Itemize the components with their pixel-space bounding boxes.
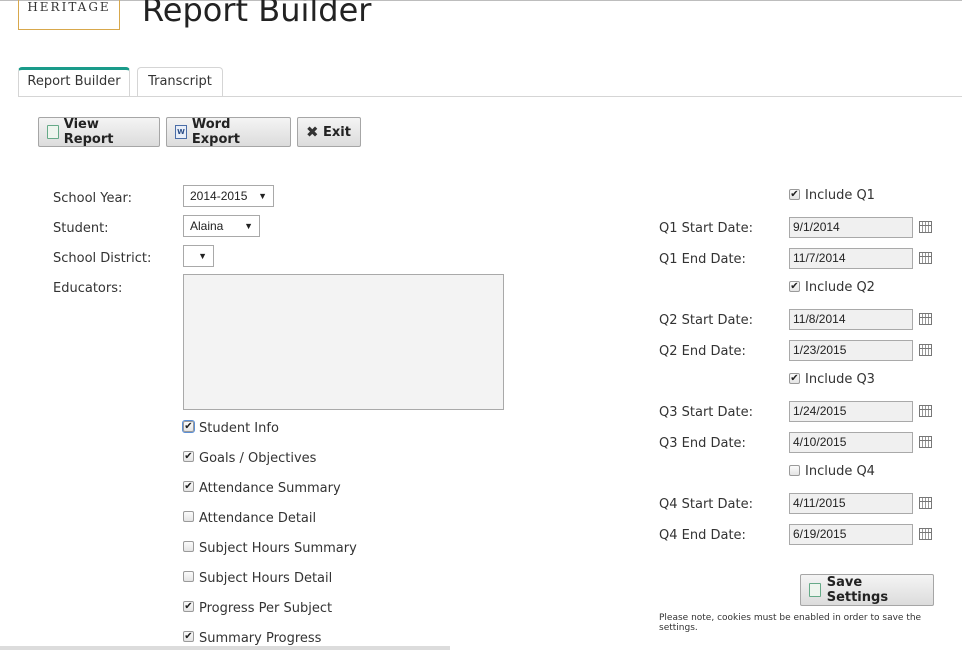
student-label: Student: — [53, 221, 109, 236]
view-report-label: View Report — [63, 117, 114, 147]
include-q4-checkbox[interactable] — [789, 465, 800, 476]
include-q4-label: Include Q4 — [805, 464, 875, 479]
include-q3-label: Include Q3 — [805, 372, 875, 387]
save-settings-button[interactable]: Save Settings — [800, 574, 934, 606]
school-year-select[interactable]: 2014-2015 ▼ — [183, 185, 274, 207]
calendar-icon[interactable] — [919, 221, 932, 233]
calendar-icon[interactable] — [919, 436, 932, 448]
chevron-down-icon: ▼ — [244, 221, 253, 231]
subject-hours-summary-label: Subject Hours Summary — [199, 541, 357, 556]
cookie-note: Please note, cookies must be enabled in … — [659, 613, 922, 633]
word-document-icon: W — [175, 125, 187, 139]
subject-hours-summary-checkbox[interactable] — [183, 541, 194, 552]
summary-progress-label: Summary Progress — [199, 631, 322, 646]
q2-end-date-label: Q2 End Date: — [659, 344, 746, 359]
calendar-icon[interactable] — [919, 344, 932, 356]
notebook-icon — [47, 125, 59, 139]
calendar-icon[interactable] — [919, 497, 932, 509]
chevron-down-icon: ▼ — [198, 251, 207, 261]
calendar-icon[interactable] — [919, 313, 932, 325]
include-q2-checkbox[interactable]: ✔ — [789, 281, 800, 292]
school-district-select[interactable]: ▼ — [183, 245, 214, 267]
close-icon: ✖ — [306, 123, 319, 141]
chevron-down-icon: ▼ — [258, 191, 267, 201]
educators-listbox[interactable] — [183, 274, 504, 410]
word-export-button[interactable]: W Word Export — [166, 117, 291, 147]
subject-hours-detail-checkbox[interactable] — [183, 571, 194, 582]
include-q1-label: Include Q1 — [805, 188, 875, 203]
q1-start-date-label: Q1 Start Date: — [659, 221, 753, 236]
attendance-summary-checkbox[interactable]: ✔ — [183, 481, 194, 492]
page-title: Report Builder — [142, 0, 372, 29]
q3-start-date-label: Q3 Start Date: — [659, 405, 753, 420]
goals-objectives-checkbox[interactable]: ✔ — [183, 451, 194, 462]
attendance-detail-checkbox[interactable] — [183, 511, 194, 522]
include-q3-checkbox[interactable]: ✔ — [789, 373, 800, 384]
tab-transcript[interactable]: Transcript — [137, 67, 223, 96]
school-district-label: School District: — [53, 251, 152, 266]
tab-report-builder[interactable]: Report Builder — [18, 67, 130, 96]
q3-end-date-input[interactable]: 4/10/2015 — [789, 432, 913, 453]
student-info-label: Student Info — [199, 421, 279, 436]
student-info-checkbox[interactable]: ✔ — [182, 420, 195, 433]
summary-progress-checkbox[interactable]: ✔ — [183, 631, 194, 642]
progress-per-subject-label: Progress Per Subject — [199, 601, 333, 616]
word-export-label: Word Export — [191, 117, 241, 147]
progress-per-subject-checkbox[interactable]: ✔ — [183, 601, 194, 612]
heritage-logo: HERITAGE — [18, 0, 120, 30]
horizontal-scrollbar[interactable] — [0, 646, 450, 650]
q3-start-date-input[interactable]: 1/24/2015 — [789, 401, 913, 422]
student-value: Alaina — [190, 219, 224, 233]
q2-end-date-input[interactable]: 1/23/2015 — [789, 340, 913, 361]
q3-end-date-label: Q3 End Date: — [659, 436, 746, 451]
school-year-label: School Year: — [53, 191, 132, 206]
attendance-summary-label: Attendance Summary — [199, 481, 341, 496]
calendar-icon[interactable] — [919, 528, 932, 540]
q2-start-date-label: Q2 Start Date: — [659, 313, 753, 328]
subject-hours-detail-label: Subject Hours Detail — [199, 571, 333, 586]
tab-divider — [18, 96, 962, 97]
school-year-value: 2014-2015 — [190, 189, 248, 203]
exit-button[interactable]: ✖ Exit — [297, 117, 361, 147]
attendance-detail-label: Attendance Detail — [199, 511, 317, 526]
save-notebook-icon — [809, 583, 821, 597]
q4-end-date-label: Q4 End Date: — [659, 528, 746, 543]
student-select[interactable]: Alaina ▼ — [183, 215, 260, 237]
goals-objectives-label: Goals / Objectives — [199, 451, 317, 466]
exit-label: Exit — [323, 124, 351, 140]
save-settings-label: Save Settings — [826, 575, 889, 605]
include-q1-checkbox[interactable]: ✔ — [789, 189, 800, 200]
q1-end-date-input[interactable]: 11/7/2014 — [789, 248, 913, 269]
educators-label: Educators: — [53, 281, 123, 296]
calendar-icon[interactable] — [919, 405, 932, 417]
view-report-button[interactable]: View Report — [38, 117, 160, 147]
calendar-icon[interactable] — [919, 252, 932, 264]
q2-start-date-input[interactable]: 11/8/2014 — [789, 309, 913, 330]
include-q2-label: Include Q2 — [805, 280, 875, 295]
q4-start-date-label: Q4 Start Date: — [659, 497, 753, 512]
q1-start-date-input[interactable]: 9/1/2014 — [789, 217, 913, 238]
q4-start-date-input[interactable]: 4/11/2015 — [789, 493, 913, 514]
q1-end-date-label: Q1 End Date: — [659, 252, 746, 267]
q4-end-date-input[interactable]: 6/19/2015 — [789, 524, 913, 545]
